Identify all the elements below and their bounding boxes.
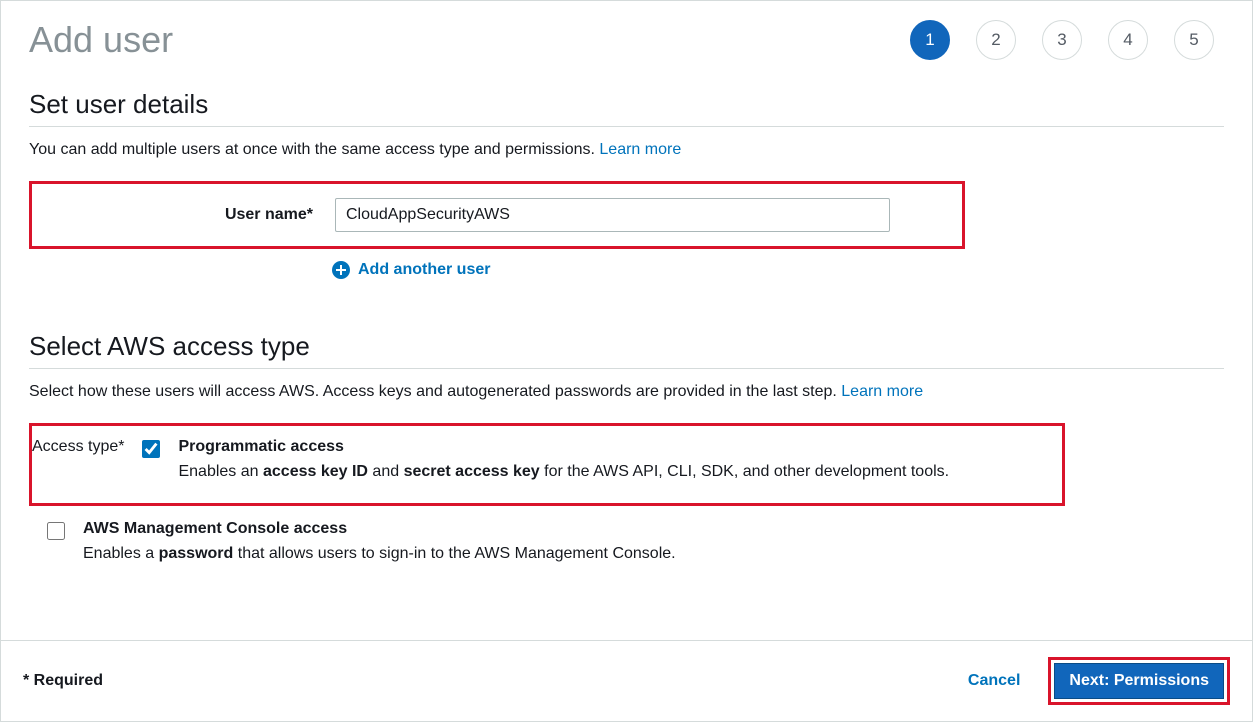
console-access-row: AWS Management Console access Enables a …: [29, 520, 1224, 567]
access-type-learn-more-link[interactable]: Learn more: [841, 383, 923, 400]
username-row: User name*: [32, 198, 952, 232]
user-details-heading: Set user details: [29, 89, 1224, 127]
username-label: User name*: [32, 206, 317, 224]
step-3[interactable]: 3: [1042, 20, 1082, 60]
cancel-button[interactable]: Cancel: [968, 672, 1020, 690]
programmatic-access-text: Programmatic access Enables an access ke…: [178, 438, 949, 485]
access-type-label: Access type*: [32, 438, 124, 456]
console-checkbox-cell: [47, 520, 65, 545]
console-access-desc: Enables a password that allows users to …: [83, 542, 676, 567]
access-type-desc: Select how these users will access AWS. …: [29, 383, 1224, 401]
wizard-steps: 1 2 3 4 5: [910, 20, 1224, 60]
programmatic-access-checkbox[interactable]: [142, 440, 160, 458]
access-type-desc-text: Select how these users will access AWS. …: [29, 383, 841, 400]
access-type-highlight: Access type* Programmatic access Enables…: [29, 423, 1065, 506]
add-another-user-row[interactable]: Add another user: [332, 261, 1224, 279]
programmatic-access-row: Access type* Programmatic access Enables…: [32, 438, 1052, 485]
plus-circle-icon: [332, 261, 350, 279]
footer-bar: * Required Cancel Next: Permissions: [1, 640, 1252, 721]
programmatic-access-desc: Enables an access key ID and secret acce…: [178, 460, 949, 485]
header-row: Add user 1 2 3 4 5: [29, 19, 1224, 61]
programmatic-checkbox-cell: [142, 438, 160, 463]
next-permissions-button[interactable]: Next: Permissions: [1054, 663, 1224, 699]
step-2[interactable]: 2: [976, 20, 1016, 60]
footer-actions: Cancel Next: Permissions: [968, 657, 1230, 705]
next-button-highlight: Next: Permissions: [1048, 657, 1230, 705]
main-content: Add user 1 2 3 4 5 Set user details You …: [1, 1, 1252, 640]
step-5[interactable]: 5: [1174, 20, 1214, 60]
user-details-learn-more-link[interactable]: Learn more: [599, 141, 681, 158]
required-note: * Required: [23, 672, 103, 690]
step-1[interactable]: 1: [910, 20, 950, 60]
programmatic-access-title: Programmatic access: [178, 438, 949, 456]
console-access-checkbox[interactable]: [47, 522, 65, 540]
console-access-title: AWS Management Console access: [83, 520, 676, 538]
add-another-user-label: Add another user: [358, 261, 490, 279]
step-4[interactable]: 4: [1108, 20, 1148, 60]
console-access-text: AWS Management Console access Enables a …: [83, 520, 676, 567]
page-title: Add user: [29, 19, 173, 61]
username-highlight: User name*: [29, 181, 965, 249]
access-type-heading: Select AWS access type: [29, 331, 1224, 369]
user-details-desc: You can add multiple users at once with …: [29, 141, 1224, 159]
page-container: Add user 1 2 3 4 5 Set user details You …: [0, 0, 1253, 722]
user-details-desc-text: You can add multiple users at once with …: [29, 141, 599, 158]
username-input[interactable]: [335, 198, 890, 232]
